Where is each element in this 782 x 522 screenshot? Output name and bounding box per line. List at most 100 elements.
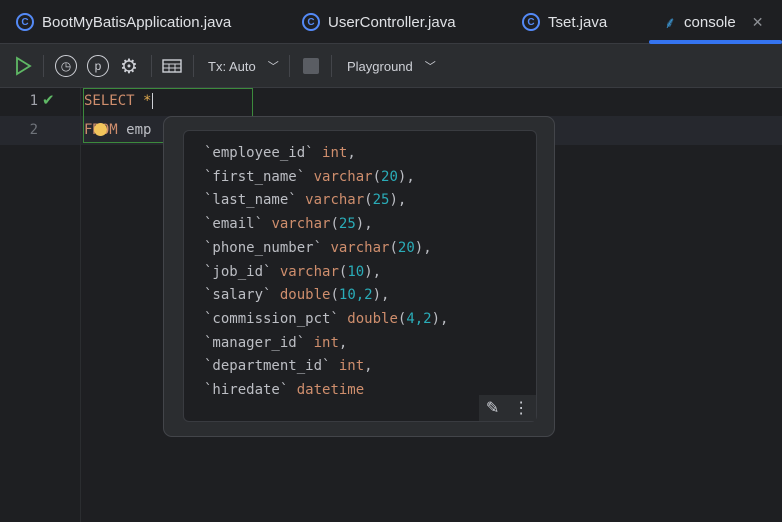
play-icon: [16, 56, 32, 76]
column-name: `phone_number`: [204, 239, 323, 256]
table-icon: [162, 59, 182, 73]
punct: ),: [372, 287, 390, 304]
tab-label: BootMyBatisApplication.java: [42, 13, 232, 31]
ddl-column-line: `salary` double(10,2),: [204, 287, 389, 303]
column-name: `department_id`: [204, 358, 331, 375]
editor-tabs: C BootMyBatisApplication.java C UserCont…: [0, 0, 782, 44]
stop-button[interactable]: [303, 44, 319, 88]
schema-dropdown[interactable]: Playground ﹀: [347, 44, 436, 88]
chevron-down-icon: ﹀: [424, 61, 436, 73]
class-icon: C: [302, 13, 320, 31]
tab-bootmybatisapplication[interactable]: C BootMyBatisApplication.java: [16, 0, 231, 44]
type-args: 10,2: [338, 287, 373, 304]
ddl-column-line: `commission_pct` double(4,2),: [204, 311, 448, 327]
star: *: [143, 93, 152, 109]
table-definition-popup: `employee_id` int, `first_name` varchar(2…: [163, 116, 555, 437]
tab-label: console: [684, 13, 736, 31]
table-name: emp: [126, 122, 152, 138]
console-toolbar: ◷ p ⚙ Tx: Auto ﹀ Playground ﹀: [0, 44, 782, 88]
punct: ),: [364, 263, 382, 280]
run-button[interactable]: [14, 44, 32, 88]
punct: ),: [397, 168, 415, 185]
punct: ),: [355, 216, 373, 233]
column-type: varchar: [271, 216, 331, 233]
type-args: 25: [372, 192, 390, 209]
ddl-column-line: `first_name` varchar(20),: [204, 169, 415, 185]
gear-icon: ⚙: [120, 55, 138, 78]
column-type: varchar: [279, 263, 339, 280]
paren: (: [389, 239, 398, 256]
transaction-mode-dropdown[interactable]: Tx: Auto ﹀: [208, 44, 279, 88]
column-name: `email`: [204, 216, 264, 233]
settings-button[interactable]: ⚙: [120, 44, 138, 88]
paren: (: [364, 192, 373, 209]
column-type: varchar: [313, 168, 373, 185]
runnable-class-icon: C: [522, 13, 540, 31]
line-number: 2: [29, 122, 38, 138]
ddl-column-line: `phone_number` varchar(20),: [204, 240, 432, 256]
punct: ,: [338, 334, 348, 351]
punct: ),: [389, 192, 407, 209]
tab-label: Tset.java: [548, 13, 608, 31]
column-name: `last_name`: [204, 192, 297, 209]
column-name: `salary`: [204, 287, 272, 304]
type-args: 20: [397, 239, 415, 256]
paren: (: [330, 216, 339, 233]
column-name: `first_name`: [204, 168, 306, 185]
line-number: 1: [29, 93, 38, 109]
parameters-button[interactable]: p: [87, 44, 109, 88]
stop-icon: [303, 58, 319, 74]
ddl-column-line: `manager_id` int,: [204, 335, 347, 351]
tab-tset[interactable]: C Tset.java: [522, 0, 607, 44]
tab-usercontroller[interactable]: C UserController.java: [302, 0, 456, 44]
ddl-column-line: `department_id` int,: [204, 358, 373, 374]
tx-label: Tx: Auto: [208, 58, 256, 74]
punct: ),: [431, 310, 449, 327]
type-args: 20: [381, 168, 398, 185]
column-type: int: [313, 334, 339, 351]
tab-label: UserController.java: [328, 13, 456, 31]
mysql-dolphin-icon: ⸙: [664, 15, 677, 32]
type-args: 25: [338, 216, 356, 233]
code-line-1: SELECT *: [84, 93, 154, 109]
lightbulb-icon[interactable]: [94, 123, 107, 136]
punct: ,: [347, 145, 356, 161]
column-type: varchar: [330, 239, 390, 256]
edit-pencil-icon[interactable]: ✎: [486, 398, 499, 418]
p-icon: p: [87, 55, 109, 77]
column-type: int: [338, 358, 365, 375]
keyword: SELECT: [84, 93, 135, 109]
punct: ),: [414, 239, 432, 256]
tab-console[interactable]: ⸙ console ✕: [664, 0, 763, 44]
result-view-button[interactable]: [162, 44, 182, 88]
ddl-column-line: `job_id` varchar(10),: [204, 264, 381, 280]
ddl-column-line: `last_name` varchar(25),: [204, 192, 406, 208]
checkmark-icon: ✔: [42, 92, 55, 109]
column-type: int: [322, 145, 348, 161]
schema-label: Playground: [347, 58, 413, 74]
type-args: 4,2: [406, 310, 432, 327]
column-type: datetime: [296, 382, 365, 398]
ddl-column-line: `email` varchar(25),: [204, 216, 373, 232]
ddl-column-line: `hiredate` datetime: [204, 382, 364, 398]
popup-actions: ✎ ⋮: [479, 395, 536, 421]
chevron-down-icon: ﹀: [267, 61, 279, 73]
paren: (: [330, 287, 339, 304]
paren: (: [372, 168, 382, 185]
more-options-icon[interactable]: ⋮: [513, 398, 529, 418]
column-name: `commission_pct`: [204, 310, 339, 327]
close-icon[interactable]: ✕: [752, 14, 764, 31]
column-name: `hiredate`: [204, 382, 289, 398]
ddl-preview: `employee_id` int, `first_name` varchar(2…: [183, 130, 537, 422]
column-name: `job_id`: [204, 263, 272, 280]
history-button[interactable]: ◷: [55, 44, 77, 88]
column-type: double: [279, 287, 331, 304]
column-name: `employee_id`: [204, 145, 314, 161]
column-name: `manager_id`: [204, 334, 306, 351]
punct: ,: [364, 358, 373, 375]
ddl-column-line: `employee_id` int,: [204, 145, 356, 161]
spring-boot-class-icon: C: [16, 13, 34, 31]
type-args: 10: [347, 263, 365, 280]
clock-icon: ◷: [55, 55, 77, 77]
column-type: double: [347, 310, 398, 327]
